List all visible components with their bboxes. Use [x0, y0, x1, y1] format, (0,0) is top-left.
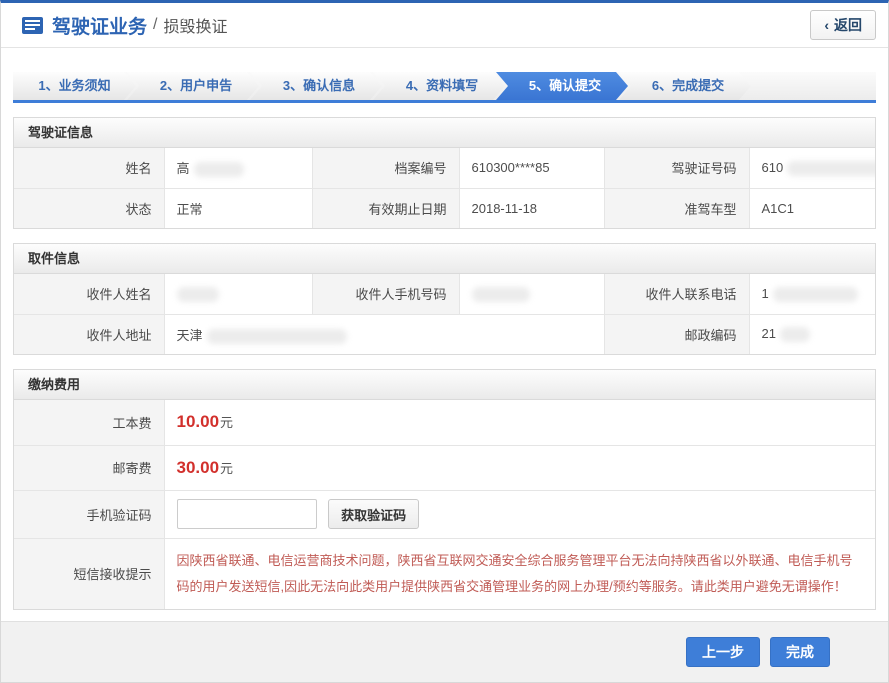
recipient-name-label: 收件人姓名: [14, 274, 164, 314]
sms-notice-cell: 因陕西省联通、电信运营商技术问题，陕西省互联网交通安全综合服务管理平台无法向持陕…: [164, 538, 875, 609]
fee-section-title: 缴纳费用: [14, 370, 875, 400]
pickup-info-table: 收件人姓名 收件人手机号码 收件人联系电话 1 收件人地址 天津 邮政编码 21: [14, 274, 875, 354]
table-row: 邮寄费 30.00元: [14, 445, 875, 490]
postage-fee-value: 30.00元: [164, 445, 875, 490]
expiry-date-value: 2018-11-18: [459, 188, 604, 228]
expiry-date-label: 有效期止日期: [312, 188, 459, 228]
recipient-name-value: [164, 274, 312, 314]
recipient-mobile-value: [459, 274, 604, 314]
back-button-label: 返回: [834, 15, 862, 35]
status-label: 状态: [14, 188, 164, 228]
table-row: 收件人姓名 收件人手机号码 收件人联系电话 1: [14, 274, 875, 314]
step-5-confirm-submit: 5、确认提交: [496, 72, 628, 100]
name-value: 高: [164, 148, 312, 188]
table-row: 姓名 高 档案编号 610300****85 驾驶证号码 610: [14, 148, 875, 188]
sms-code-cell: 获取验证码: [164, 490, 875, 538]
recipient-phone-value: 1: [749, 274, 875, 314]
get-sms-code-button[interactable]: 获取验证码: [328, 499, 419, 529]
top-bar: 驾驶证业务 / 损毁换证 ‹ 返回: [1, 3, 888, 48]
redaction-smudge: [787, 161, 875, 176]
sms-code-label: 手机验证码: [14, 490, 164, 538]
file-number-label: 档案编号: [312, 148, 459, 188]
finish-button[interactable]: 完成: [770, 637, 830, 667]
recipient-address-label: 收件人地址: [14, 314, 164, 354]
breadcrumb-separator: /: [153, 16, 157, 34]
redaction-smudge: [207, 329, 347, 344]
license-info-section: 驾驶证信息 姓名 高 档案编号 610300****85 驾驶证号码 610 状…: [13, 117, 876, 229]
pickup-info-section-title: 取件信息: [14, 244, 875, 274]
postage-fee-label: 邮寄费: [14, 445, 164, 490]
license-info-section-title: 驾驶证信息: [14, 118, 875, 148]
redaction-smudge: [780, 327, 810, 342]
table-row: 手机验证码 获取验证码: [14, 490, 875, 538]
breadcrumb: 驾驶证业务 / 损毁换证: [21, 12, 227, 39]
recipient-phone-label: 收件人联系电话: [604, 274, 749, 314]
back-button[interactable]: ‹ 返回: [810, 10, 876, 40]
wizard-steps-bar: 1、业务须知 2、用户申告 3、确认信息 4、资料填写 5、确认提交 6、完成提…: [13, 72, 876, 103]
table-row: 短信接收提示 因陕西省联通、电信运营商技术问题，陕西省互联网交通安全综合服务管理…: [14, 538, 875, 609]
table-row: 状态 正常 有效期止日期 2018-11-18 准驾车型 A1C1: [14, 188, 875, 228]
name-label: 姓名: [14, 148, 164, 188]
postal-code-value: 21: [749, 314, 875, 354]
step-1-business-notice: 1、业务须知: [13, 72, 136, 100]
footer-bar: 上一步 完成: [1, 621, 888, 682]
license-number-label: 驾驶证号码: [604, 148, 749, 188]
page-title: 驾驶证业务: [52, 12, 147, 39]
sms-code-input[interactable]: [177, 499, 317, 529]
redaction-smudge: [177, 287, 219, 302]
production-fee-label: 工本费: [14, 400, 164, 445]
fee-section: 缴纳费用 工本费 10.00元 邮寄费 30.00元: [13, 369, 876, 610]
recipient-address-value: 天津: [164, 314, 604, 354]
vehicle-class-label: 准驾车型: [604, 188, 749, 228]
previous-step-button[interactable]: 上一步: [686, 637, 760, 667]
step-3-confirm-info: 3、确认信息: [250, 72, 382, 100]
redaction-smudge: [773, 287, 858, 302]
step-6-complete-submit: 6、完成提交: [619, 72, 751, 100]
sms-notice-label: 短信接收提示: [14, 538, 164, 609]
vehicle-class-value: A1C1: [749, 188, 875, 228]
recipient-mobile-label: 收件人手机号码: [312, 274, 459, 314]
license-business-icon: [21, 16, 44, 35]
redaction-smudge: [194, 162, 244, 177]
redaction-smudge: [472, 287, 530, 302]
fee-table: 工本费 10.00元 邮寄费 30.00元 手机验证码 获取验证码: [14, 400, 875, 609]
production-fee-value: 10.00元: [164, 400, 875, 445]
postal-code-label: 邮政编码: [604, 314, 749, 354]
step-4-fill-data: 4、资料填写: [373, 72, 505, 100]
page-subtitle: 损毁换证: [163, 13, 227, 37]
status-value: 正常: [164, 188, 312, 228]
chevron-left-icon: ‹: [824, 17, 829, 33]
license-info-table: 姓名 高 档案编号 610300****85 驾驶证号码 610 状态 正常 有…: [14, 148, 875, 228]
sms-notice-text: 因陕西省联通、电信运营商技术问题，陕西省互联网交通安全综合服务管理平台无法向持陕…: [177, 553, 853, 594]
pickup-info-section: 取件信息 收件人姓名 收件人手机号码 收件人联系电话 1 收件人地址 天津: [13, 243, 876, 355]
page: 驾驶证业务 / 损毁换证 ‹ 返回 1、业务须知 2、用户申告 3、确认信息 4…: [0, 0, 889, 683]
table-row: 收件人地址 天津 邮政编码 21: [14, 314, 875, 354]
table-row: 工本费 10.00元: [14, 400, 875, 445]
step-2-user-declaration: 2、用户申告: [127, 72, 259, 100]
license-number-value: 610: [749, 148, 875, 188]
file-number-value: 610300****85: [459, 148, 604, 188]
main-content: 驾驶证信息 姓名 高 档案编号 610300****85 驾驶证号码 610 状…: [1, 103, 888, 610]
